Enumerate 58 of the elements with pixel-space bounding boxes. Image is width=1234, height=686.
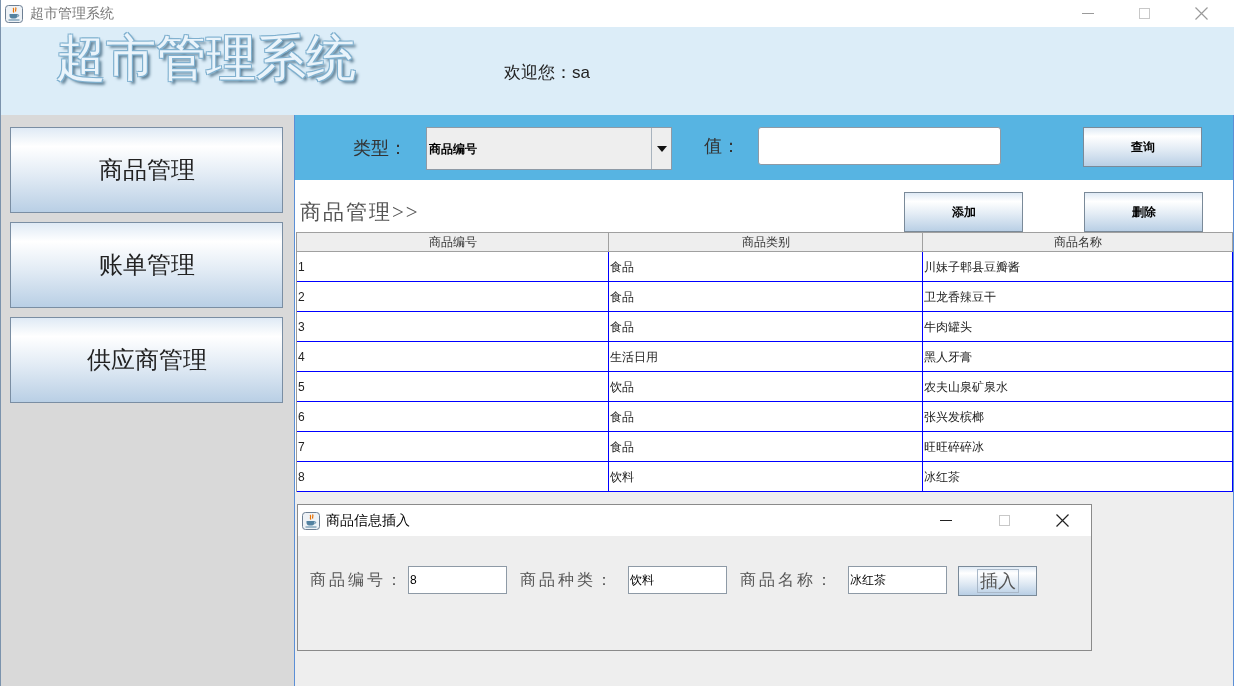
value-input-field[interactable] <box>758 127 1001 165</box>
type-dropdown[interactable]: 商品编号 <box>426 127 672 170</box>
table-cell: 3 <box>297 312 609 342</box>
table-cell: 食品 <box>609 312 923 342</box>
logo-title: 超市管理系统 <box>56 30 368 86</box>
section-title: 商品管理>> <box>300 199 420 225</box>
table-cell: 旺旺碎碎冰 <box>923 432 1233 462</box>
type-label: 类型： <box>353 137 408 160</box>
table-cell: 农夫山泉矿泉水 <box>923 372 1233 402</box>
table-cell: 牛肉罐头 <box>923 312 1233 342</box>
input-field[interactable]: 冰红茶 <box>848 566 947 594</box>
table-cell: 川妹子郫县豆瓣酱 <box>923 252 1233 282</box>
table-cell: 食品 <box>609 252 923 282</box>
table-cell: 6 <box>297 402 609 432</box>
table-cell: 8 <box>297 462 609 492</box>
window-title: 超市管理系统 <box>30 4 114 23</box>
search-button[interactable]: 查询 <box>1083 127 1202 167</box>
dialog-title: 商品信息插入 <box>326 511 410 530</box>
sidebar-button[interactable]: 账单管理 <box>10 222 283 308</box>
action-button[interactable]: 删除 <box>1084 192 1203 232</box>
field-label: 商品名称： <box>740 570 836 590</box>
table-cell: 张兴发槟榔 <box>923 402 1233 432</box>
maximize-icon <box>1139 8 1150 19</box>
table-cell: 冰红茶 <box>923 462 1233 492</box>
welcome-text: 欢迎您：sa <box>504 62 590 84</box>
table-cell: 2 <box>297 282 609 312</box>
table-cell: 食品 <box>609 432 923 462</box>
table-cell: 7 <box>297 432 609 462</box>
caret-icon <box>656 145 667 152</box>
minimize-icon <box>940 520 952 521</box>
table-cell: 生活日用 <box>609 342 923 372</box>
table-cell: 食品 <box>609 402 923 432</box>
column-header: 商品类别 <box>609 232 923 252</box>
action-button[interactable]: 添加 <box>904 192 1023 232</box>
insert-button[interactable]: 插入 <box>958 566 1037 596</box>
table-cell: 1 <box>297 252 609 282</box>
close-icon <box>1055 514 1069 527</box>
table-cell: 5 <box>297 372 609 402</box>
sidebar-button[interactable]: 商品管理 <box>10 127 283 213</box>
column-header: 商品名称 <box>923 232 1233 252</box>
table-cell: 饮料 <box>609 462 923 492</box>
value-label: 值： <box>704 135 741 158</box>
coffee-cup-icon <box>5 4 23 23</box>
field-label: 商品编号： <box>310 570 406 590</box>
close-icon <box>1195 7 1208 20</box>
field-label: 商品种类： <box>520 570 616 590</box>
input-field[interactable]: 8 <box>408 566 507 594</box>
maximize-icon <box>998 515 1010 526</box>
table-cell: 饮品 <box>609 372 923 402</box>
table-cell: 卫龙香辣豆干 <box>923 282 1233 312</box>
sidebar-button[interactable]: 供应商管理 <box>10 317 283 403</box>
column-header: 商品编号 <box>297 232 609 252</box>
minimize-icon <box>1081 13 1094 14</box>
table-cell: 食品 <box>609 282 923 312</box>
input-field[interactable]: 饮料 <box>628 566 727 594</box>
table-cell: 4 <box>297 342 609 372</box>
table-cell: 黑人牙膏 <box>923 342 1233 372</box>
coffee-cup-icon <box>302 511 320 530</box>
